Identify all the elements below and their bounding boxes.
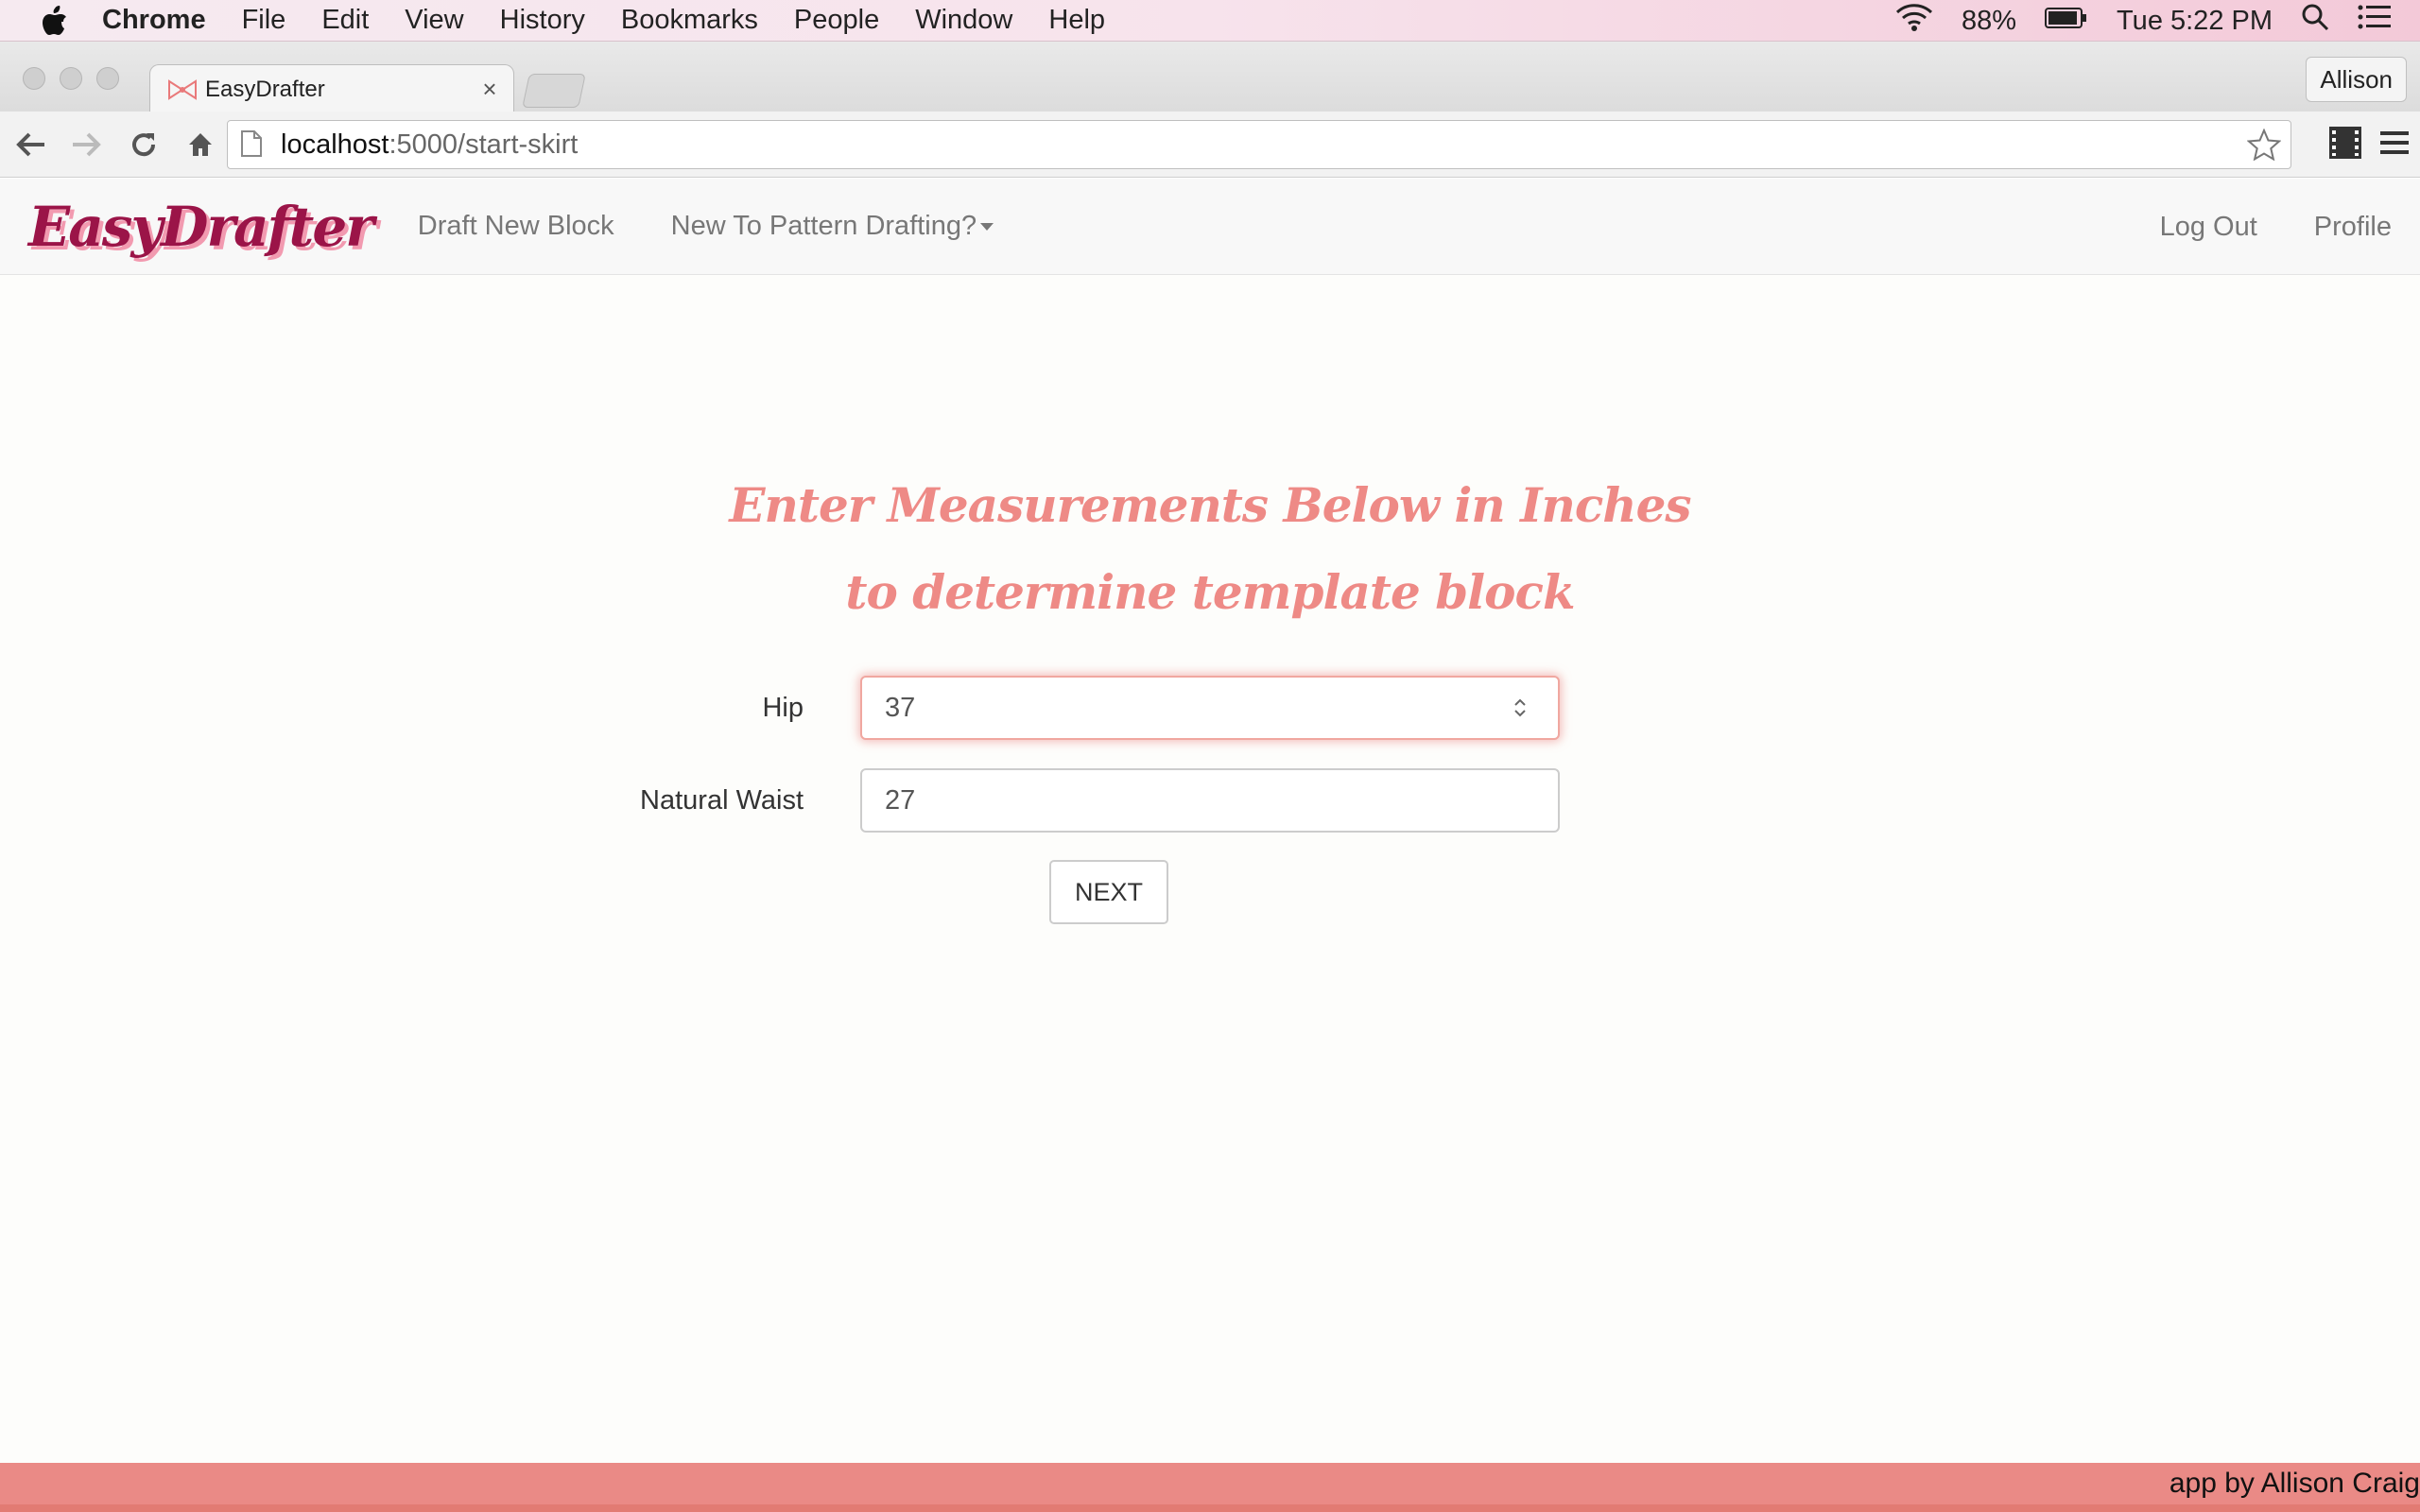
- address-bar[interactable]: localhost:5000/start-skirt: [227, 120, 2291, 169]
- battery-icon[interactable]: [2045, 6, 2088, 37]
- menu-people[interactable]: People: [794, 5, 879, 36]
- next-button[interactable]: NEXT: [1049, 860, 1168, 924]
- url-host: localhost: [281, 129, 389, 160]
- desktop-wallpaper-strip: [0, 1504, 2420, 1512]
- clock[interactable]: Tue 5:22 PM: [2117, 6, 2273, 37]
- hip-row: Hip: [0, 676, 2420, 740]
- nav-log-out[interactable]: Log Out: [2160, 212, 2257, 243]
- number-spinner-icon[interactable]: [1512, 695, 1528, 721]
- macos-menubar: Chrome File Edit View History Bookmarks …: [0, 0, 2420, 42]
- natural-waist-input[interactable]: [860, 768, 1560, 833]
- nav-profile[interactable]: Profile: [2314, 212, 2392, 243]
- close-window-button[interactable]: [23, 67, 45, 90]
- tab-title: EasyDrafter: [205, 76, 325, 102]
- caret-down-icon: [980, 223, 994, 232]
- nav-draft-new-block[interactable]: Draft New Block: [418, 211, 614, 242]
- window-controls: [23, 67, 133, 90]
- page-icon: [241, 130, 264, 159]
- battery-percent[interactable]: 88%: [1962, 6, 2016, 37]
- hip-input[interactable]: [860, 676, 1560, 740]
- chrome-menu-icon[interactable]: [2378, 127, 2411, 163]
- bookmark-star-icon[interactable]: [2246, 128, 2282, 168]
- footer-credit: app by Allison Craig: [2169, 1468, 2420, 1499]
- tab-strip: EasyDrafter ×: [0, 42, 2420, 113]
- wifi-icon[interactable]: [1895, 3, 1933, 39]
- apple-icon[interactable]: [36, 2, 74, 40]
- menu-edit[interactable]: Edit: [321, 5, 369, 36]
- page-content: EasyDrafter Draft New Block New To Patte…: [0, 179, 2420, 1512]
- forward-icon[interactable]: [60, 118, 113, 171]
- waist-row: Natural Waist: [0, 768, 2420, 833]
- site-navbar: EasyDrafter Draft New Block New To Patte…: [0, 179, 2420, 275]
- menu-history[interactable]: History: [500, 5, 585, 36]
- menu-help[interactable]: Help: [1048, 5, 1105, 36]
- reload-icon[interactable]: [117, 118, 170, 171]
- profile-button[interactable]: Allison: [2306, 57, 2407, 102]
- browser-toolbar: localhost:5000/start-skirt: [0, 112, 2420, 178]
- extension-icon[interactable]: [2327, 125, 2363, 165]
- tab-easydrafter[interactable]: EasyDrafter ×: [149, 64, 514, 113]
- menu-bookmarks[interactable]: Bookmarks: [621, 5, 758, 36]
- home-icon[interactable]: [174, 118, 227, 171]
- natural-waist-label: Natural Waist: [640, 784, 804, 816]
- menu-file[interactable]: File: [242, 5, 286, 36]
- url-path: :5000/start-skirt: [389, 129, 579, 160]
- menu-window[interactable]: Window: [915, 5, 1012, 36]
- heading-line-1: Enter Measurements Below in Inches: [729, 477, 1691, 533]
- menu-app-chrome[interactable]: Chrome: [102, 5, 206, 36]
- heading-line-2: to determine template block: [845, 564, 1575, 620]
- notification-center-icon[interactable]: [2358, 4, 2392, 38]
- close-tab-icon[interactable]: ×: [475, 75, 504, 104]
- brand-logo[interactable]: EasyDrafter: [28, 195, 374, 259]
- back-icon[interactable]: [4, 118, 57, 171]
- hip-label: Hip: [762, 692, 804, 723]
- footer: app by Allison Craig: [0, 1463, 2420, 1504]
- menu-view[interactable]: View: [405, 5, 463, 36]
- new-tab-button[interactable]: [522, 74, 586, 108]
- page-heading: Enter Measurements Below in Inches to de…: [0, 462, 2420, 636]
- bow-icon: [167, 78, 198, 101]
- nav-new-to-pattern-drafting[interactable]: New To Pattern Drafting?: [671, 211, 994, 242]
- spotlight-search-icon[interactable]: [2301, 3, 2329, 39]
- minimize-window-button[interactable]: [60, 67, 82, 90]
- nav-new-to-pattern-drafting-label: New To Pattern Drafting?: [670, 211, 977, 241]
- zoom-window-button[interactable]: [96, 67, 119, 90]
